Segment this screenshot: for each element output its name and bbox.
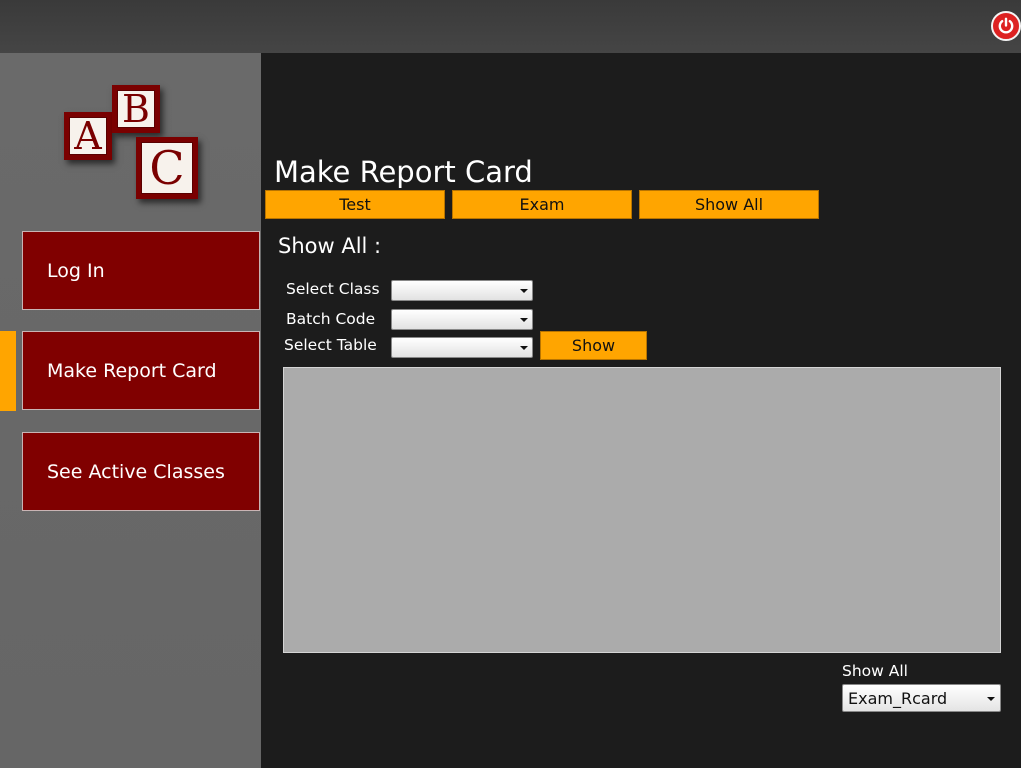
show-all-value: Exam_Rcard xyxy=(848,689,948,708)
sidebar-item-label: Log In xyxy=(47,259,105,282)
logo-block-a: A xyxy=(64,112,112,160)
show-button[interactable]: Show xyxy=(540,331,647,360)
tab-show-all[interactable]: Show All xyxy=(639,190,819,219)
logo-block-c: C xyxy=(136,137,198,199)
select-table-dropdown[interactable] xyxy=(391,337,533,358)
logo-block-b: B xyxy=(112,85,160,133)
chevron-down-icon xyxy=(520,318,528,322)
select-class-label: Select Class xyxy=(286,280,380,298)
chevron-down-icon xyxy=(520,289,528,293)
sidebar-item-see-active-classes[interactable]: See Active Classes xyxy=(22,432,260,511)
section-title: Show All : xyxy=(278,234,382,258)
batch-code-label: Batch Code xyxy=(286,310,376,328)
chevron-down-icon xyxy=(520,346,528,350)
show-all-label: Show All xyxy=(842,662,908,680)
batch-code-dropdown[interactable] xyxy=(391,309,533,330)
sidebar-item-label: See Active Classes xyxy=(47,460,225,483)
logo-letter-a: A xyxy=(69,117,107,155)
active-indicator xyxy=(0,331,16,411)
logo-letter-c: C xyxy=(141,142,193,194)
tab-exam[interactable]: Exam xyxy=(452,190,632,219)
page-title: Make Report Card xyxy=(274,155,533,189)
select-table-label: Select Table xyxy=(284,336,377,354)
sidebar-item-label: Make Report Card xyxy=(47,359,217,382)
power-icon xyxy=(998,17,1014,34)
logo-letter-b: B xyxy=(117,90,155,128)
data-grid[interactable] xyxy=(283,367,1001,653)
sidebar-item-make-report-card[interactable]: Make Report Card xyxy=(22,331,260,410)
power-button[interactable] xyxy=(991,11,1021,41)
tab-test[interactable]: Test xyxy=(265,190,445,219)
show-all-dropdown[interactable]: Exam_Rcard xyxy=(842,684,1001,712)
sidebar-item-log-in[interactable]: Log In xyxy=(22,231,260,310)
chevron-down-icon xyxy=(987,697,995,701)
select-class-dropdown[interactable] xyxy=(391,280,533,301)
title-bar xyxy=(0,0,1021,53)
abc-logo: A B C xyxy=(64,85,204,203)
